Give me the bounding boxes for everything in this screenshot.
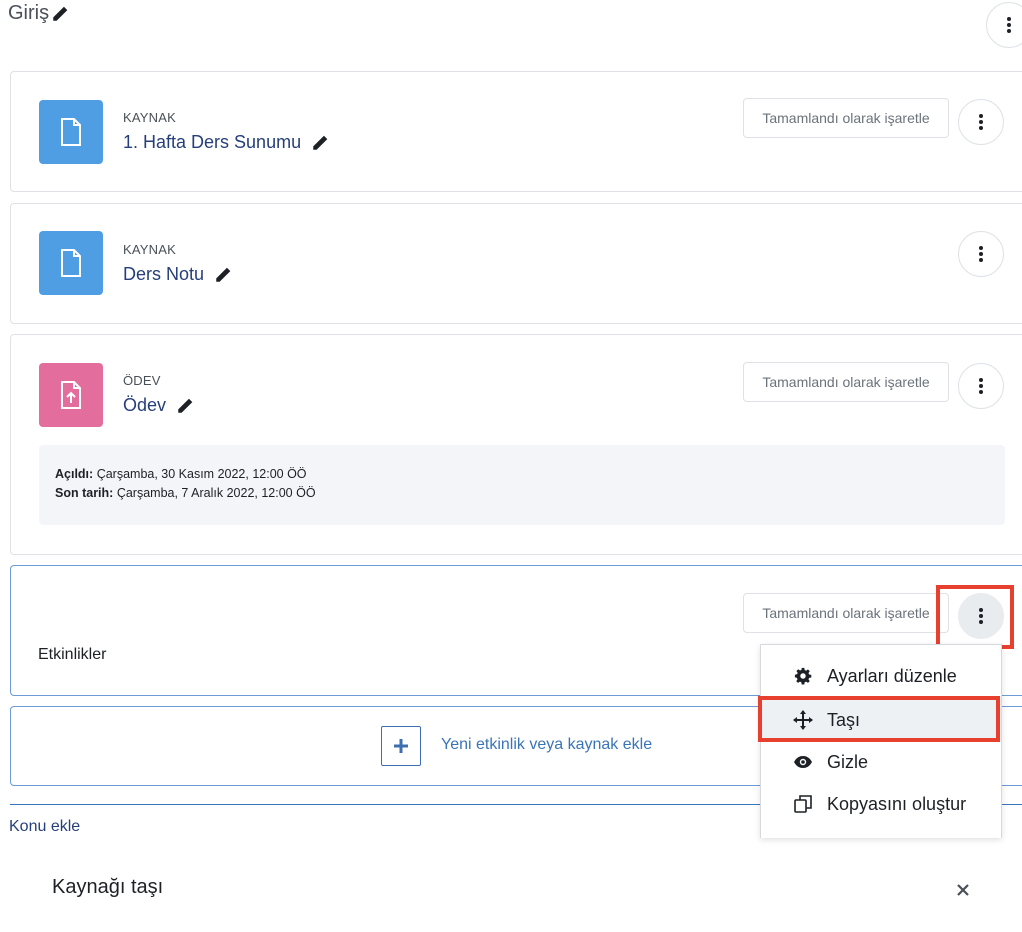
- activity-link[interactable]: 1. Hafta Ders Sunumu: [123, 132, 329, 153]
- file-icon: [39, 231, 103, 295]
- gear-icon: [793, 666, 813, 686]
- eye-icon: [793, 752, 813, 772]
- kebab-icon: [979, 608, 983, 624]
- activity-card-1: KAYNAK 1. Hafta Ders Sunumu Tamamlandı o…: [10, 71, 1022, 192]
- edit-pencil-icon[interactable]: [51, 5, 69, 23]
- edit-pencil-icon: [216, 267, 231, 282]
- activity-dropdown-menu: Ayarları düzenle Taşı Gizle Kopyasını ol…: [760, 644, 1002, 838]
- section-title-text: Giriş: [8, 2, 50, 24]
- activity-name[interactable]: 1. Hafta Ders Sunumu: [123, 132, 301, 153]
- activity-menu-button[interactable]: [958, 231, 1004, 277]
- kebab-icon: [979, 114, 983, 130]
- menu-item-hide[interactable]: Gizle: [761, 741, 1001, 783]
- label-text: Etkinlikler: [38, 646, 107, 663]
- section-title: Giriş: [8, 2, 69, 25]
- activity-card-3: ÖDEV Ödev Tamamlandı olarak işaretle Açı…: [10, 334, 1022, 555]
- kebab-icon: [979, 378, 983, 394]
- activity-link[interactable]: Ders Notu: [123, 264, 232, 285]
- close-icon[interactable]: [952, 879, 974, 901]
- activity-menu-button[interactable]: [958, 99, 1004, 145]
- activity-menu-button[interactable]: [958, 363, 1004, 409]
- copy-icon: [793, 794, 813, 814]
- menu-item-label: Taşı: [827, 709, 861, 730]
- menu-item-label: Ayarları düzenle: [827, 665, 957, 686]
- activity-menu-button-active[interactable]: [958, 593, 1004, 639]
- edit-pencil-icon: [313, 135, 328, 150]
- move-icon: [793, 710, 813, 730]
- activity-link[interactable]: Ödev: [123, 395, 194, 416]
- activity-card-2: KAYNAK Ders Notu: [10, 203, 1022, 324]
- section-menu-button[interactable]: [986, 2, 1022, 48]
- add-activity-link[interactable]: Yeni etkinlik veya kaynak ekle: [441, 736, 652, 754]
- mark-complete-button[interactable]: Tamamlandı olarak işaretle: [743, 593, 949, 633]
- activity-name[interactable]: Ders Notu: [123, 264, 204, 285]
- activity-name[interactable]: Ödev: [123, 395, 166, 416]
- plus-icon[interactable]: [381, 726, 421, 766]
- activity-type: ÖDEV: [123, 373, 161, 388]
- kebab-icon: [1007, 17, 1011, 33]
- menu-item-move[interactable]: Taşı: [761, 699, 1001, 741]
- menu-item-label: Gizle: [827, 751, 869, 772]
- mark-complete-button[interactable]: Tamamlandı olarak işaretle: [743, 98, 949, 138]
- assignment-icon: [39, 363, 103, 427]
- mark-complete-button[interactable]: Tamamlandı olarak işaretle: [743, 362, 949, 402]
- menu-item-edit-settings[interactable]: Ayarları düzenle: [761, 655, 1001, 697]
- menu-item-duplicate[interactable]: Kopyasını oluştur: [761, 783, 1001, 825]
- opened-label: Açıldı:: [55, 467, 94, 481]
- due-label: Son tarih:: [55, 486, 114, 500]
- edit-pencil-icon: [178, 398, 193, 413]
- opened-date: Çarşamba, 30 Kasım 2022, 12:00 ÖÖ: [96, 467, 307, 481]
- add-topic-link[interactable]: Konu ekle: [9, 818, 80, 836]
- activity-dates: Açıldı: Çarşamba, 30 Kasım 2022, 12:00 Ö…: [39, 445, 1005, 525]
- activity-type: KAYNAK: [123, 242, 176, 257]
- kebab-icon: [979, 246, 983, 262]
- activity-type: KAYNAK: [123, 110, 176, 125]
- file-icon: [39, 100, 103, 164]
- due-date: Çarşamba, 7 Aralık 2022, 12:00 ÖÖ: [116, 486, 316, 500]
- modal-title: Kaynağı taşı: [52, 876, 164, 898]
- menu-item-label: Kopyasını oluştur: [827, 793, 967, 814]
